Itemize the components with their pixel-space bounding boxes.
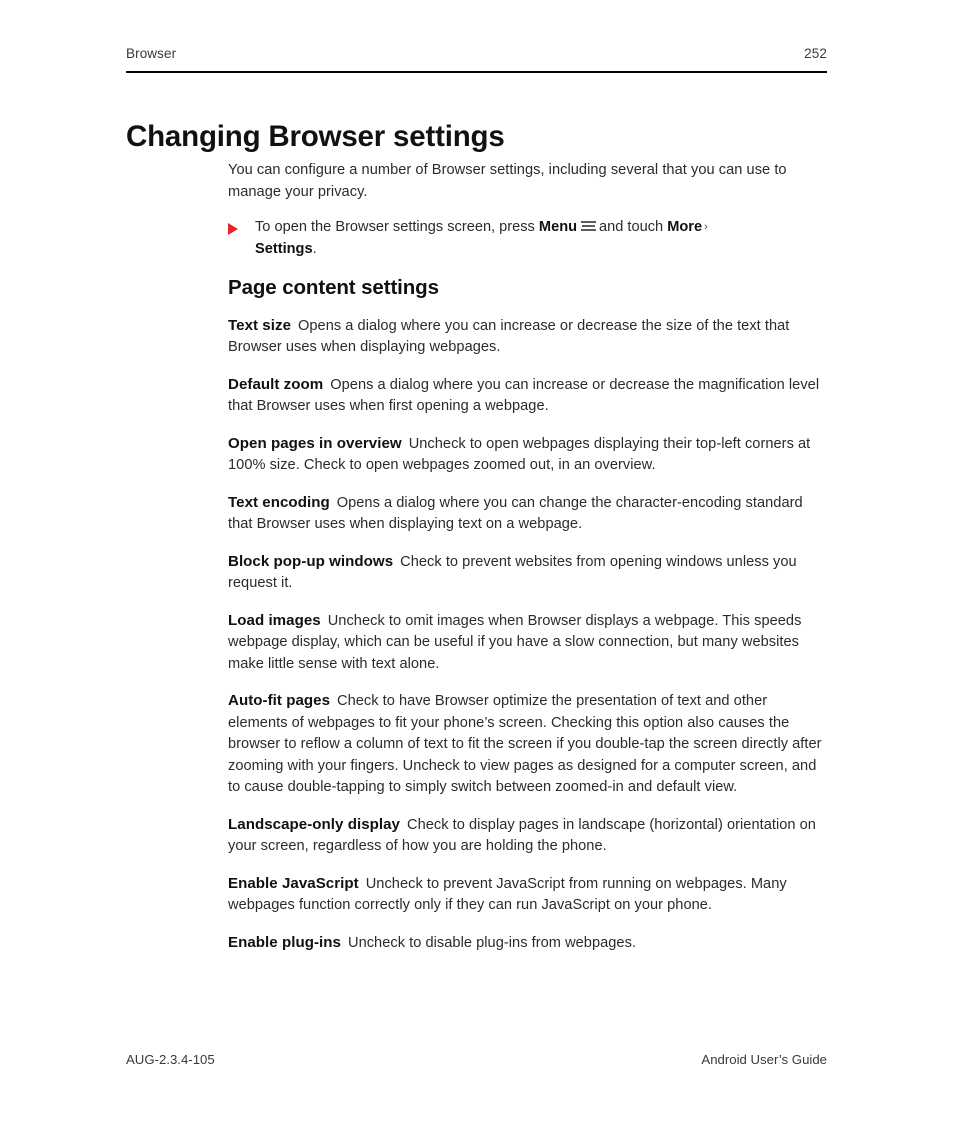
running-header: Browser 252 — [126, 46, 827, 61]
body-column: You can configure a number of Browser se… — [228, 160, 827, 969]
setting-description: Opens a dialog where you can increase or… — [228, 317, 790, 356]
footer-doc-title: Android User’s Guide — [701, 1052, 827, 1067]
setting-entry: Enable JavaScript Uncheck to prevent Java… — [228, 873, 827, 917]
menu-icon — [581, 220, 597, 232]
setting-entry: Open pages in overview Uncheck to open we… — [228, 433, 827, 477]
intro-paragraph: You can configure a number of Browser se… — [228, 162, 787, 200]
setting-entry: Auto-fit pages Check to have Browser opti… — [228, 690, 827, 799]
running-footer: AUG-2.3.4-105 Android User’s Guide — [126, 1052, 827, 1067]
step-more-label: More — [667, 219, 703, 235]
step-menu-label: Menu — [538, 219, 578, 235]
setting-entry: Block pop-up windows Check to prevent web… — [228, 551, 827, 595]
setting-term: Enable plug-ins — [228, 933, 341, 951]
setting-entry: Landscape-only display Check to display p… — [228, 814, 827, 858]
setting-entry: Default zoom Opens a dialog where you can… — [228, 374, 827, 418]
setting-term: Load images — [228, 611, 321, 629]
header-chapter-label: Browser — [126, 46, 177, 61]
header-page-number: 252 — [804, 46, 827, 61]
triangle-bullet-icon — [228, 222, 238, 235]
page-title: Changing Browser settings — [126, 119, 505, 153]
footer-doc-code: AUG-2.3.4-105 — [126, 1052, 215, 1067]
setting-description: Uncheck to disable plug-ins from webpage… — [347, 934, 637, 951]
setting-term: Block pop-up windows — [228, 552, 394, 570]
document-page: Browser 252 Changing Browser settings Yo… — [0, 0, 954, 1145]
setting-entry: Text encoding Opens a dialog where you ca… — [228, 492, 827, 536]
setting-term: Landscape-only display — [228, 815, 400, 833]
step-instruction: To open the Browser settings screen, pre… — [228, 217, 827, 260]
setting-entry: Text size Opens a dialog where you can in… — [228, 315, 827, 359]
setting-entry: Load images Uncheck to omit images when B… — [228, 610, 827, 676]
header-divider-rule — [126, 71, 827, 73]
step-settings-label: Settings — [255, 240, 313, 257]
step-text-after-icon: and touch — [599, 219, 668, 235]
setting-term: Auto-fit pages — [228, 692, 331, 710]
setting-term: Enable JavaScript — [228, 874, 359, 892]
step-text-before-menu: To open the Browser settings screen, pre… — [255, 219, 539, 235]
setting-term: Open pages in overview — [228, 434, 402, 452]
chevron-right-icon: › — [704, 221, 708, 233]
section-heading: Page content settings — [228, 276, 439, 299]
setting-term: Text size — [228, 316, 291, 334]
setting-term: Text encoding — [228, 493, 330, 511]
setting-term: Default zoom — [228, 375, 324, 393]
step-period: . — [312, 240, 317, 257]
setting-entry: Enable plug-ins Uncheck to disable plug-i… — [228, 932, 827, 955]
